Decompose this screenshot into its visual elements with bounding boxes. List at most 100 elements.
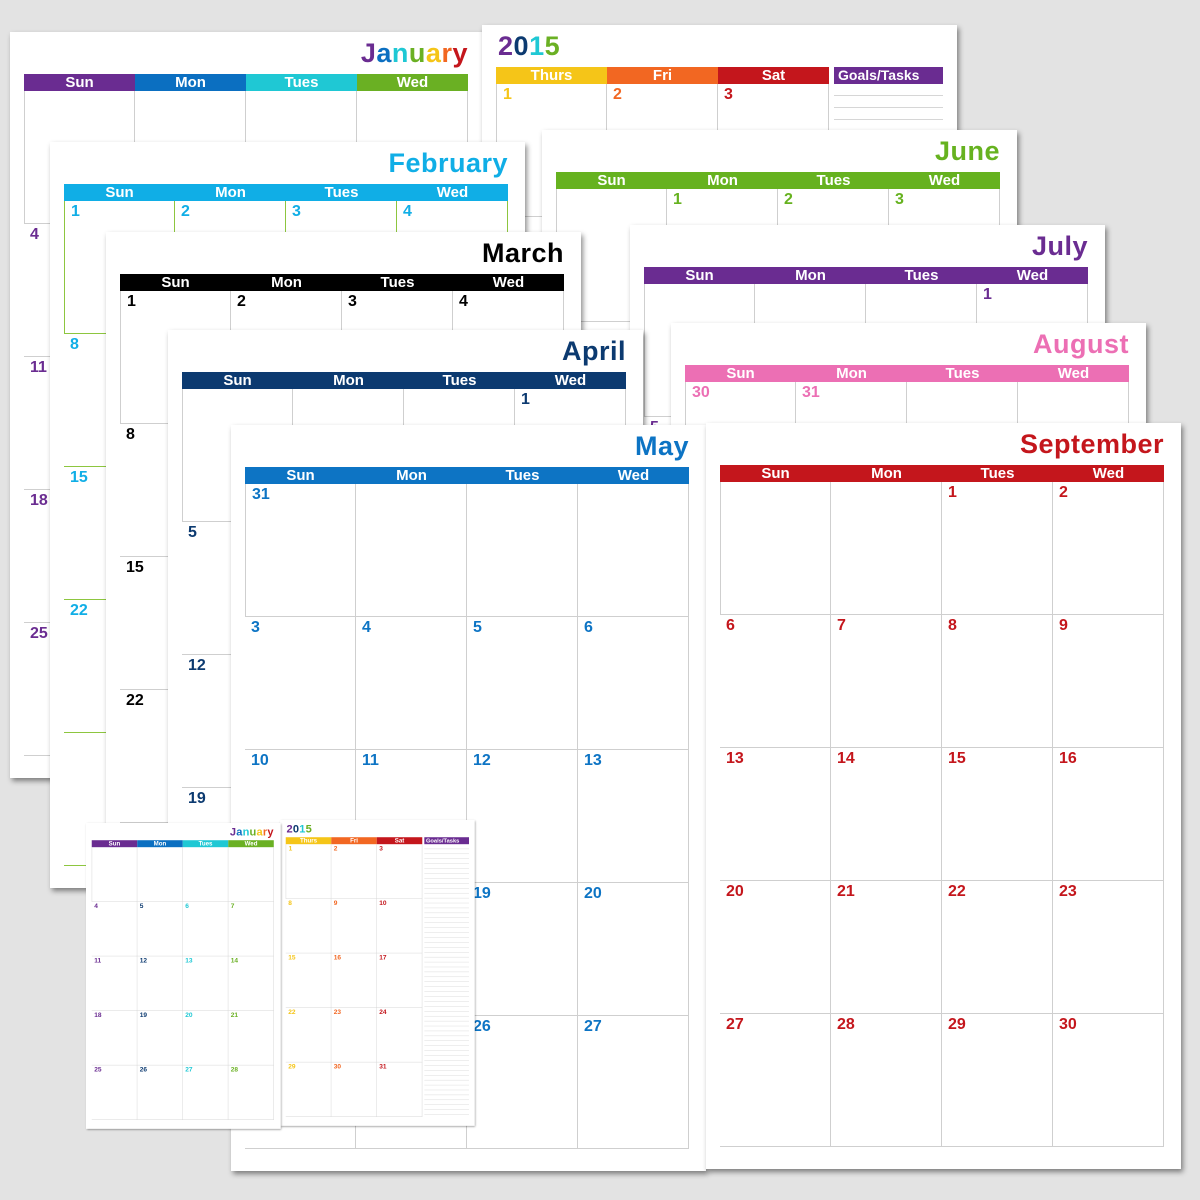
day-number: 12 — [473, 752, 491, 769]
day-cell: 28 — [228, 1065, 274, 1120]
day-grid: 1 2 6 7 8 9 13 14 15 16 20 21 22 23 27 28 29 30 — [720, 482, 1164, 1147]
weekday-header-bar: Sun Mon Tues Wed — [182, 372, 626, 389]
day-number: 1 — [127, 293, 136, 310]
day-cell: 29 — [285, 1062, 332, 1117]
day-cell — [137, 847, 183, 902]
day-cell: 22 — [285, 1007, 332, 1063]
day-number: 3 — [348, 293, 357, 310]
day-number: 25 — [30, 625, 48, 642]
weekday-header: Tues — [404, 372, 515, 389]
weekday-header: Tues — [286, 184, 397, 201]
day-number: 1 — [71, 203, 80, 220]
weekday-header: Sun — [245, 467, 356, 484]
day-number: 1 — [983, 286, 992, 303]
day-cell: 20 — [182, 1010, 229, 1066]
day-number: 2 — [1059, 484, 1068, 501]
day-number: 12 — [139, 957, 148, 965]
day-grid: 4 5 6 7 11 12 13 14 18 19 20 21 25 26 27 28 — [91, 847, 274, 1120]
day-number: 29 — [948, 1016, 966, 1033]
day-number: 31 — [802, 384, 820, 401]
day-cell: 20 — [578, 883, 689, 1016]
weekday-header: Mon — [135, 74, 246, 91]
month-title: July — [1031, 231, 1088, 261]
weekday-header: Sun — [182, 372, 293, 389]
month-title: April — [561, 336, 626, 366]
day-number: 28 — [837, 1016, 855, 1033]
day-cell: 19 — [467, 883, 578, 1016]
weekday-header: Tues — [907, 365, 1018, 382]
day-cell: 26 — [137, 1065, 183, 1120]
day-cell — [91, 847, 138, 902]
month-title: January — [230, 825, 274, 838]
day-number: 26 — [473, 1018, 491, 1035]
day-cell — [182, 847, 229, 902]
day-number: 6 — [584, 619, 593, 636]
title-letter: 5 — [305, 822, 313, 835]
day-cell: 30 — [331, 1062, 377, 1117]
goals-tasks-header: Goals/Tasks — [834, 67, 943, 84]
day-number: 1 — [673, 191, 682, 208]
day-cell: 16 — [331, 953, 377, 1008]
day-number: 22 — [70, 602, 88, 619]
day-cell: 8 — [285, 898, 332, 954]
day-number: 7 — [230, 902, 235, 910]
day-number: 11 — [30, 359, 47, 376]
title-letter: a — [376, 38, 392, 68]
day-grid: 1238910151617222324293031 — [285, 844, 423, 1117]
day-number: 8 — [288, 899, 292, 907]
day-number: 22 — [288, 1008, 296, 1016]
goals-line — [834, 108, 943, 120]
day-cell: 13 — [720, 748, 831, 881]
weekday-header: Tues — [866, 267, 977, 284]
day-cell: 4 — [356, 617, 467, 750]
day-number: 2 — [613, 86, 622, 103]
day-cell: 1 — [942, 482, 1053, 615]
weekday-header: Wed — [228, 840, 274, 848]
day-cell — [356, 484, 467, 617]
day-cell: 6 — [578, 617, 689, 750]
day-number: 8 — [70, 336, 79, 353]
day-number: 4 — [459, 293, 468, 310]
day-cell: 22 — [942, 881, 1053, 1014]
title-letter: 2 — [498, 31, 514, 61]
day-number: 3 — [724, 86, 733, 103]
title-letter: n — [391, 38, 409, 68]
weekday-header-bar: Thurs Fri Sat — [285, 837, 423, 845]
day-number: 8 — [948, 617, 957, 634]
weekday-header: Mon — [137, 840, 183, 848]
day-cell: 19 — [137, 1010, 183, 1066]
weekday-header-bar: Sun Mon Tues Wed — [24, 74, 468, 91]
day-number: 2 — [237, 293, 246, 310]
month-title: August — [1033, 329, 1129, 359]
goals-tasks-column: Goals/Tasks — [424, 837, 470, 1115]
weekday-header: Sun — [120, 274, 231, 291]
weekday-header: Sun — [24, 74, 135, 91]
day-number: 30 — [333, 1063, 342, 1071]
day-cell: 4 — [91, 901, 138, 957]
day-cell: 10 — [376, 898, 423, 954]
weekday-header-bar: Sun Mon Tues Wed — [644, 267, 1088, 284]
thumb-calendar-page-january: January Sun Mon Tues Wed 4 5 6 7 11 12 13 14 18 19 20 21… — [86, 823, 281, 1129]
day-cell: 6 — [720, 615, 831, 748]
weekday-header: Wed — [453, 274, 564, 291]
weekday-header: Mon — [356, 467, 467, 484]
day-number: 19 — [473, 885, 491, 902]
day-cell: 16 — [1053, 748, 1164, 881]
day-number: 9 — [333, 899, 338, 907]
day-number: 1 — [521, 391, 530, 408]
day-number: 2 — [784, 191, 793, 208]
day-cell: 30 — [1053, 1014, 1164, 1147]
day-cell: 12 — [137, 956, 183, 1011]
weekday-header-bar: Sun Mon Tues Wed — [556, 172, 1000, 189]
title-letter: u — [249, 825, 257, 838]
thumb-calendar-page-january_right: 2015 Thurs Fri Sat 1 2 3 8 9 10 15 16 17 22 23 24 29 30 31… — [280, 820, 475, 1126]
day-number: 3 — [379, 845, 383, 852]
day-cell: 14 — [831, 748, 942, 881]
day-number: 5 — [473, 619, 482, 636]
day-number: 27 — [726, 1016, 744, 1033]
day-number: 18 — [94, 1011, 102, 1019]
day-number: 6 — [726, 617, 735, 634]
weekday-header: Sun — [685, 365, 796, 382]
day-number: 3 — [251, 619, 260, 636]
day-number: 1 — [288, 845, 293, 852]
